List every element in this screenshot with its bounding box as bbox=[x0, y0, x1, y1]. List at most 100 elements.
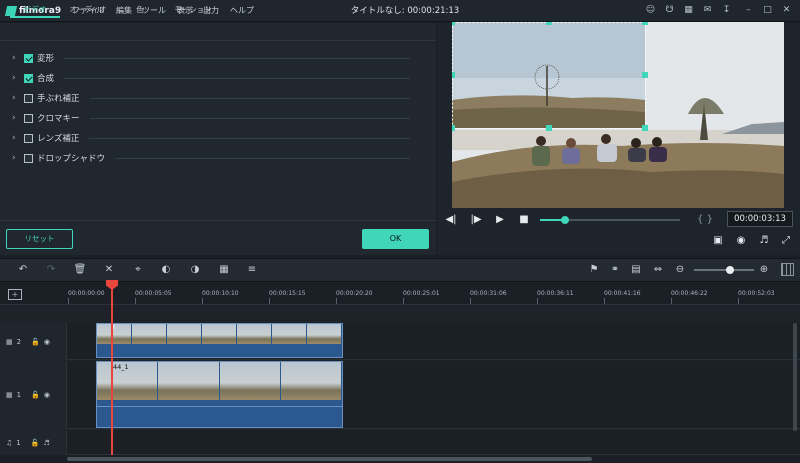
video-preview[interactable] bbox=[452, 22, 784, 208]
tab-audio[interactable]: オーディオ bbox=[66, 4, 110, 16]
property-label: 変形 bbox=[37, 54, 55, 64]
ruler-tick-mark bbox=[135, 298, 136, 304]
chevron-right-icon[interactable]: › bbox=[12, 153, 24, 163]
eye-icon[interactable]: ◉ bbox=[44, 391, 50, 399]
clip-audio-line bbox=[97, 406, 342, 407]
property-chroma-key[interactable]: › クロマキー bbox=[12, 110, 410, 126]
ok-button[interactable]: OK bbox=[362, 229, 429, 249]
tab-motion[interactable]: モーション bbox=[168, 4, 218, 16]
lock-icon[interactable]: 🔓 bbox=[31, 439, 40, 447]
cart-icon[interactable]: ☋ bbox=[664, 5, 675, 16]
property-label: ドロップシャドウ bbox=[37, 154, 106, 164]
ruler-tick-mark bbox=[604, 298, 605, 304]
delete-icon[interactable]: 🗑 bbox=[73, 263, 87, 277]
clip-video-2[interactable]: I bbox=[96, 323, 343, 358]
divider bbox=[89, 97, 410, 99]
color-icon[interactable]: ◑ bbox=[188, 263, 202, 277]
mail-icon[interactable]: ✉ bbox=[702, 5, 713, 16]
maximize-icon[interactable]: □ bbox=[762, 5, 773, 16]
stop-icon[interactable]: ■ bbox=[517, 214, 531, 226]
clip-thumbnails bbox=[97, 324, 342, 344]
property-lens-correction[interactable]: › レンズ補正 bbox=[12, 130, 410, 146]
voiceover-icon[interactable]: ▤ bbox=[629, 263, 643, 277]
mark-in-out-icon[interactable]: { } bbox=[693, 214, 717, 226]
property-label: 手ぶれ補正 bbox=[37, 94, 80, 104]
minimize-icon[interactable]: – bbox=[743, 5, 754, 16]
undo-icon[interactable]: ↶ bbox=[16, 263, 30, 277]
stabilization-checkbox[interactable] bbox=[24, 93, 33, 103]
eye-icon[interactable]: ◉ bbox=[44, 338, 50, 346]
property-stabilization[interactable]: › 手ぶれ補正 bbox=[12, 90, 410, 106]
play-icon[interactable]: ▶ bbox=[493, 214, 507, 226]
playhead[interactable] bbox=[111, 281, 113, 455]
property-transform[interactable]: › 変形 bbox=[12, 50, 410, 66]
playback-track[interactable] bbox=[540, 216, 680, 224]
redo-icon[interactable]: ↷ bbox=[44, 263, 58, 277]
audio-mixer-icon[interactable]: ≡ bbox=[245, 263, 259, 277]
microphone-icon[interactable]: ⚭ bbox=[608, 263, 622, 277]
ruler-tick-label: 00:00:46:22 bbox=[671, 290, 708, 297]
lock-icon[interactable]: 🔓 bbox=[31, 391, 40, 399]
divider bbox=[64, 57, 410, 59]
ruler-tick-label: 00:00:36:11 bbox=[537, 290, 574, 297]
save-icon[interactable]: ▦ bbox=[683, 5, 694, 16]
ruler-tick-mark bbox=[202, 298, 203, 304]
add-track-icon[interactable]: + bbox=[8, 289, 22, 300]
speaker-icon[interactable]: ♬ bbox=[43, 439, 49, 447]
lens-correction-checkbox[interactable] bbox=[24, 133, 33, 143]
display-settings-icon[interactable]: ▣ bbox=[711, 235, 725, 247]
prev-frame-icon[interactable]: ◀| bbox=[444, 214, 458, 226]
chroma-key-checkbox[interactable] bbox=[24, 113, 33, 123]
zoom-slider[interactable] bbox=[694, 266, 754, 274]
horizontal-scrollbar[interactable] bbox=[67, 457, 592, 461]
divider bbox=[64, 77, 410, 79]
lock-icon[interactable]: 🔓 bbox=[31, 338, 40, 346]
track-view-icon[interactable] bbox=[781, 263, 794, 276]
zoom-slider-knob[interactable] bbox=[726, 266, 734, 274]
ruler-tick-mark bbox=[269, 298, 270, 304]
ruler-tick-label: 00:00:15:15 bbox=[269, 290, 306, 297]
property-drop-shadow[interactable]: › ドロップシャドウ bbox=[12, 150, 410, 166]
track-row-audio-1[interactable] bbox=[67, 430, 800, 455]
ruler-tick-mark bbox=[403, 298, 404, 304]
tab-video[interactable]: ビデオ bbox=[10, 4, 60, 18]
fit-timeline-icon[interactable]: ⇔ bbox=[651, 263, 665, 277]
speed-icon[interactable]: ◐ bbox=[159, 263, 173, 277]
close-icon[interactable]: ✕ bbox=[781, 5, 792, 16]
next-frame-icon[interactable]: |▶ bbox=[469, 214, 483, 226]
chevron-right-icon[interactable]: › bbox=[12, 93, 24, 103]
green-screen-icon[interactable]: ▦ bbox=[217, 263, 231, 277]
fullscreen-icon[interactable]: ⤢ bbox=[779, 235, 793, 247]
panel-divider bbox=[0, 220, 436, 221]
ruler-tick-mark bbox=[470, 298, 471, 304]
chevron-right-icon[interactable]: › bbox=[12, 113, 24, 123]
window-title: タイトルなし: 00:00:21:13 bbox=[350, 6, 460, 16]
tab-color[interactable]: 色 bbox=[128, 4, 152, 16]
compositing-checkbox[interactable] bbox=[24, 73, 33, 83]
zoom-out-icon[interactable]: ⊖ bbox=[673, 263, 687, 277]
user-icon[interactable]: ☺ bbox=[645, 5, 656, 16]
track-number: 1 bbox=[16, 391, 22, 399]
menu-help[interactable]: ヘルプ bbox=[230, 4, 254, 18]
ruler-tick-label: 00:00:10:10 bbox=[202, 290, 239, 297]
vertical-scrollbar[interactable] bbox=[793, 323, 797, 431]
divider bbox=[89, 117, 410, 119]
reset-button[interactable]: リセット bbox=[6, 229, 73, 249]
volume-icon[interactable]: ♬ bbox=[757, 235, 771, 247]
snapshot-icon[interactable]: ◉ bbox=[734, 235, 748, 247]
zoom-in-icon[interactable]: ⊕ bbox=[757, 263, 771, 277]
drop-shadow-checkbox[interactable] bbox=[24, 153, 33, 163]
property-compositing[interactable]: › 合成 bbox=[12, 70, 410, 86]
transform-checkbox[interactable] bbox=[24, 53, 33, 63]
chevron-right-icon[interactable]: › bbox=[12, 73, 24, 83]
chevron-right-icon[interactable]: › bbox=[12, 133, 24, 143]
ruler-tick-mark bbox=[68, 298, 69, 304]
clip-video-1[interactable]: 44_1 bbox=[96, 361, 343, 428]
chevron-right-icon[interactable]: › bbox=[12, 53, 24, 63]
cut-icon[interactable]: ✕ bbox=[102, 263, 116, 277]
download-icon[interactable]: ↧ bbox=[721, 5, 732, 16]
track-header-video-2: ▦ 2 🔓 ◉ bbox=[0, 323, 67, 360]
crop-icon[interactable]: ⌖ bbox=[131, 263, 145, 277]
marker-icon[interactable]: ⚑ bbox=[587, 263, 601, 277]
ruler-tick-mark bbox=[537, 298, 538, 304]
